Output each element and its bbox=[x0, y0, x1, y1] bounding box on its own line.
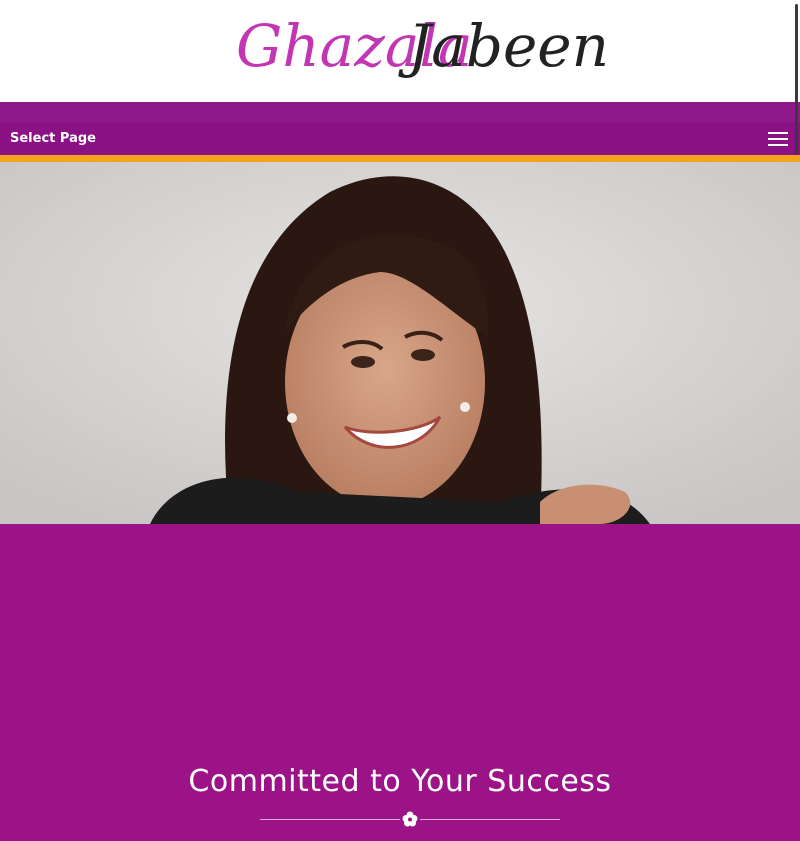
flower-icon bbox=[402, 811, 418, 827]
logo-last-name: Jabeen bbox=[398, 12, 609, 80]
scrollbar-thumb[interactable] bbox=[795, 4, 798, 154]
intro-section: Committed to Your Success bbox=[0, 524, 800, 841]
site-header: Ghazala Jabeen bbox=[0, 0, 800, 102]
divider-line-left bbox=[260, 819, 400, 820]
logo-wordmark: Ghazala Jabeen bbox=[236, 12, 609, 80]
select-page-label[interactable]: Select Page bbox=[10, 131, 96, 146]
mobile-nav-bar[interactable]: Select Page bbox=[0, 122, 800, 156]
divider-line-right bbox=[420, 819, 560, 820]
hero-portrait-image bbox=[0, 162, 800, 524]
accent-bar bbox=[0, 155, 800, 162]
portrait-photo bbox=[0, 162, 800, 524]
hamburger-menu-icon[interactable] bbox=[768, 132, 788, 147]
site-logo[interactable]: Ghazala Jabeen bbox=[0, 0, 800, 102]
nav-top-strip bbox=[0, 102, 800, 122]
section-divider bbox=[260, 809, 560, 829]
section-headline: Committed to Your Success bbox=[188, 764, 612, 799]
